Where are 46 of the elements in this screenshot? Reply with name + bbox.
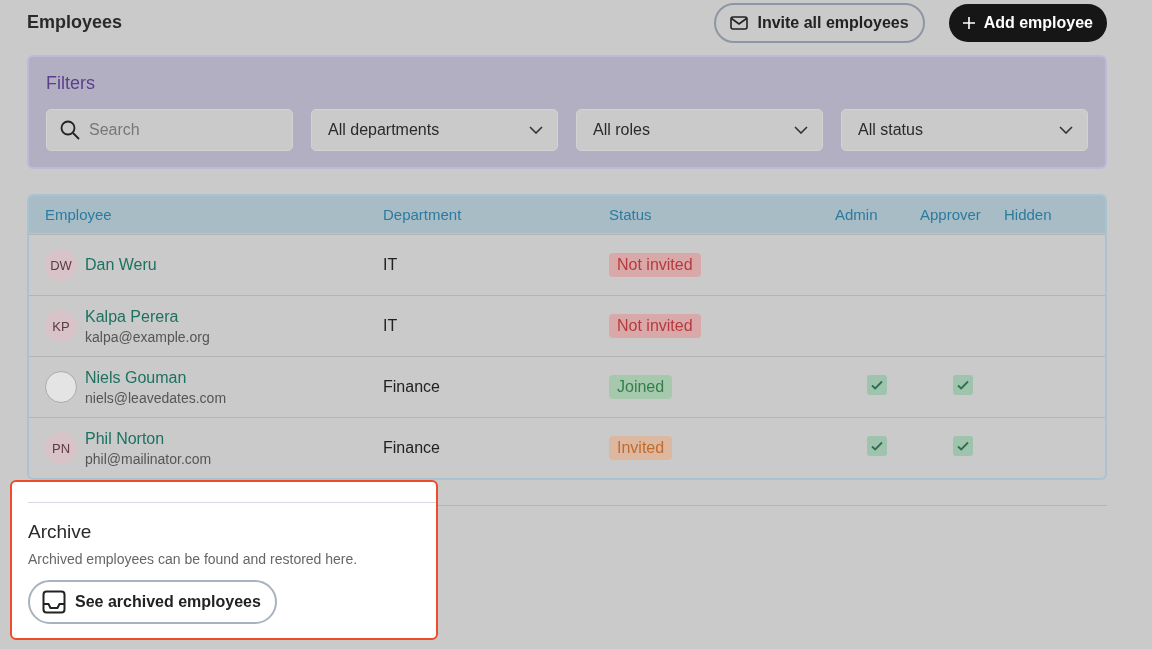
column-header: Approver — [920, 206, 982, 223]
department-cell-text: Finance — [383, 378, 441, 396]
employee-email: phil@mailinator.com — [85, 450, 212, 467]
avatar-initials: DW — [45, 249, 77, 281]
envelope-icon — [730, 15, 749, 30]
search-field[interactable]: Search — [46, 109, 293, 151]
archive-description: Archived employees can be found and restored here. — [28, 551, 359, 567]
avatar-photo — [45, 371, 77, 403]
department-cell-text: IT — [383, 317, 399, 335]
avatar-initials: KP — [45, 310, 77, 342]
checkbox[interactable] — [867, 436, 887, 456]
column-header: Department — [383, 206, 463, 223]
department-cell-text: Finance — [383, 439, 441, 457]
employee-name[interactable]: Kalpa Perera — [85, 307, 210, 326]
employee-name[interactable]: Dan Weru — [85, 256, 157, 274]
chevron-down-icon — [794, 126, 808, 134]
archive-title: Archive — [28, 521, 93, 543]
inbox-icon — [42, 590, 66, 614]
department-cell-text: IT — [383, 256, 399, 274]
column-header: Admin — [835, 206, 879, 223]
column-header: Employee — [45, 206, 113, 223]
status-label: Not invited — [609, 314, 701, 338]
status-label: Invited — [609, 436, 673, 460]
avatar-initials: PN — [45, 432, 77, 464]
employee-name[interactable]: Niels Gouman — [85, 368, 227, 387]
chevron-down-icon — [1059, 126, 1073, 134]
filter-dropdown[interactable]: All status — [841, 109, 1088, 151]
add-employee-button[interactable]: Add employee — [948, 3, 1107, 42]
column-header: Status — [609, 206, 653, 223]
checkbox[interactable] — [867, 375, 887, 395]
invite-button[interactable]: Invite all employees — [714, 2, 925, 43]
plus-icon — [962, 16, 975, 29]
status-label: Not invited — [609, 253, 701, 277]
checkbox[interactable] — [953, 436, 973, 456]
page-title: Employees — [27, 12, 124, 33]
column-header: Hidden — [1004, 206, 1053, 223]
filter-dropdown[interactable]: All departments — [311, 109, 558, 151]
employee-email: kalpa@example.org — [85, 328, 210, 345]
filters-title: Filters — [46, 73, 96, 94]
status-label: Joined — [609, 375, 673, 399]
employee-name[interactable]: Phil Norton — [85, 429, 212, 448]
see-archived-button[interactable]: See archived employees — [28, 580, 277, 624]
checkbox[interactable] — [953, 375, 973, 395]
employee-email: niels@leavedates.com — [85, 389, 227, 406]
filter-dropdown[interactable]: All roles — [576, 109, 823, 151]
chevron-down-icon — [529, 126, 543, 134]
